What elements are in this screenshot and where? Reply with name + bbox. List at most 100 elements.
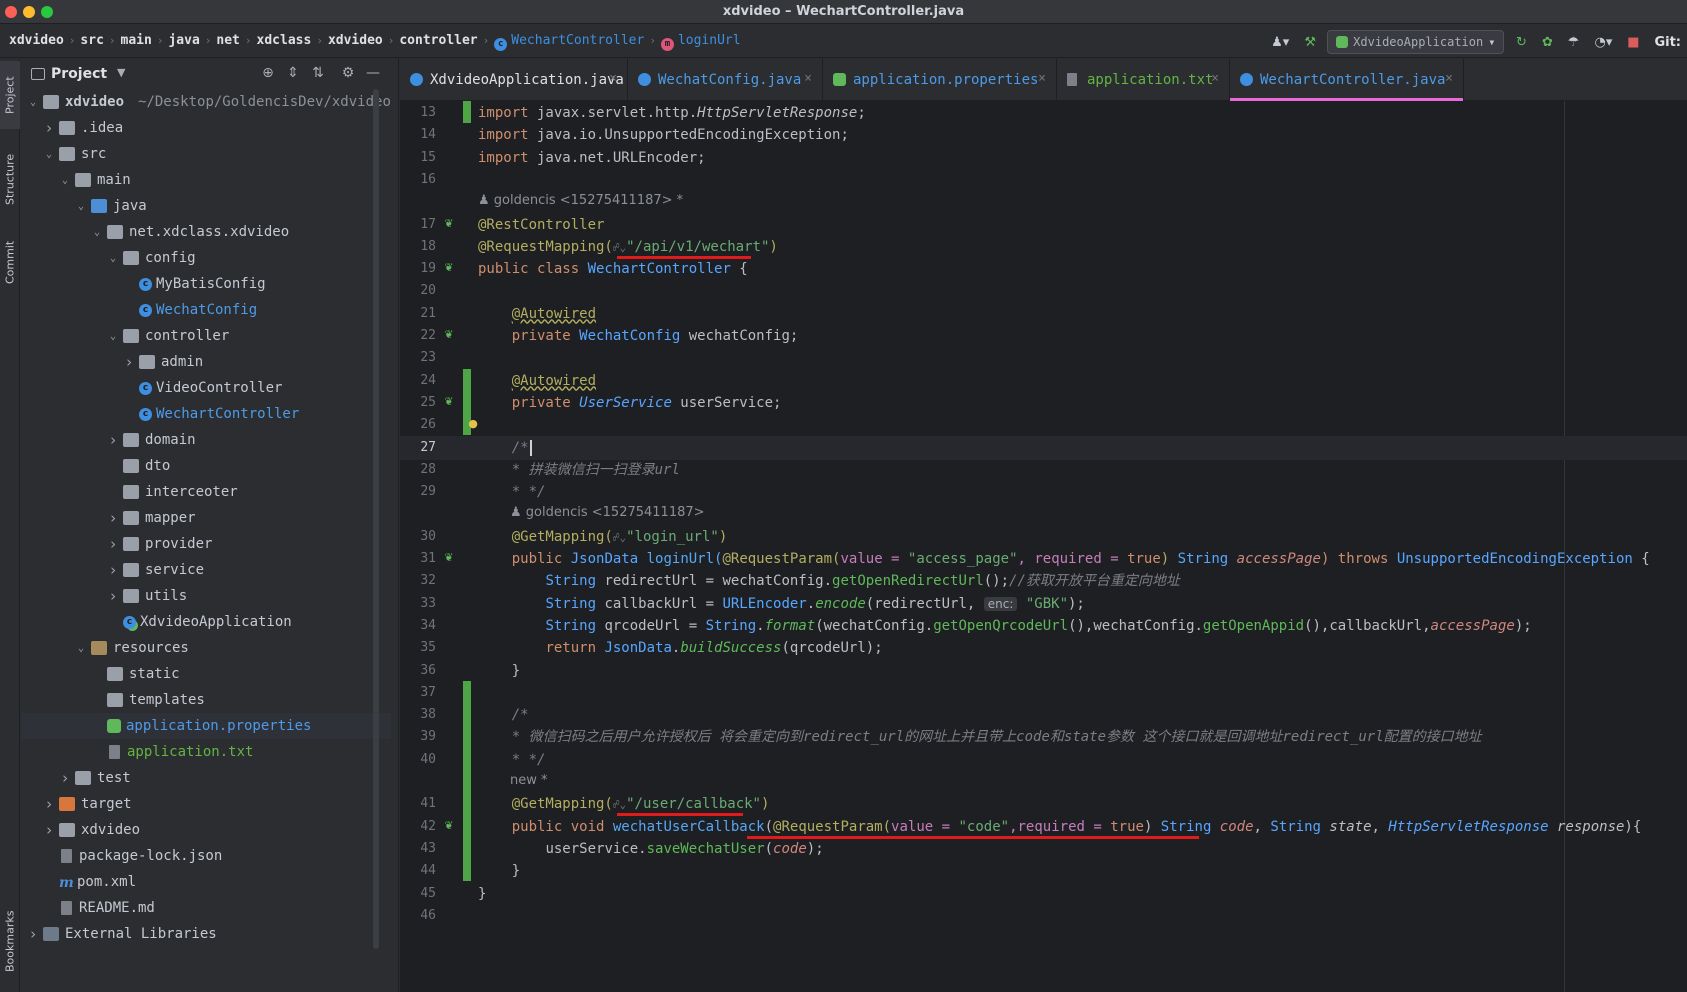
chevron-right-icon[interactable]: ›	[107, 587, 119, 605]
close-tab-icon[interactable]: ×	[804, 71, 812, 86]
code-line[interactable]: * 拼装微信扫一扫登录url	[472, 458, 1687, 482]
line-number[interactable]: 44	[400, 859, 436, 883]
code-editor[interactable]: 13 14 15 16 17 18 19 20 21 22 23 24 25 26 27 28 29 30 31 32…	[400, 101, 1687, 992]
expand-all-icon[interactable]: ⇕	[284, 65, 302, 83]
hide-panel-icon[interactable]: —	[364, 65, 382, 83]
line-number[interactable]: 21	[400, 302, 436, 326]
tree-item[interactable]: › target	[21, 791, 391, 817]
tree-item[interactable]: templates	[21, 687, 391, 713]
vcs-change-marker[interactable]	[463, 680, 471, 882]
line-number[interactable]: 25	[400, 391, 436, 415]
collapse-all-icon[interactable]: ⇅	[309, 65, 327, 83]
tree-item[interactable]: c WechartController	[21, 401, 391, 427]
chevron-down-icon[interactable]: ▼	[117, 66, 125, 79]
line-number[interactable]: 43	[400, 837, 436, 861]
code-line[interactable]: /*	[472, 703, 1687, 727]
chevron-down-icon[interactable]: ⌄	[59, 175, 71, 186]
code-line[interactable]: }	[472, 659, 1687, 683]
breadcrumb-item[interactable]: java	[168, 33, 199, 48]
gear-icon[interactable]: ⚙	[339, 65, 357, 83]
code-line[interactable]: private UserService userService;	[472, 391, 1687, 415]
spring-bean-gutter-icon[interactable]: ❦	[442, 819, 456, 833]
code-line[interactable]: return JsonData.buildSuccess(qrcodeUrl);	[472, 636, 1687, 660]
line-number[interactable]: 35	[400, 636, 436, 660]
line-number[interactable]: 46	[400, 904, 436, 928]
code-line[interactable]: private WechatConfig wechatConfig;	[472, 324, 1687, 348]
line-number[interactable]: 27	[400, 436, 436, 460]
code-line[interactable]: String callbackUrl = URLEncoder.encode(r…	[472, 592, 1687, 616]
line-number[interactable]: 19	[400, 257, 436, 281]
tree-item[interactable]: static	[21, 661, 391, 687]
line-number[interactable]: 14	[400, 123, 436, 147]
tree-item[interactable]: c XdvideoApplication	[21, 609, 391, 635]
line-number[interactable]: 34	[400, 614, 436, 638]
code-line[interactable]: }	[472, 859, 1687, 883]
chevron-right-icon[interactable]: ›	[59, 769, 71, 787]
line-number[interactable]: 30	[400, 525, 436, 549]
lightbulb-icon[interactable]: ●	[466, 417, 480, 431]
code-area[interactable]: import javax.servlet.http.HttpServletRes…	[472, 101, 1687, 992]
spring-bean-gutter-icon[interactable]: ❦	[442, 551, 456, 565]
tree-item[interactable]: ⌄ src	[21, 141, 391, 167]
tree-item[interactable]: › provider	[21, 531, 391, 557]
user-icon[interactable]: ♟▾	[1267, 33, 1293, 51]
breadcrumb-item[interactable]: xdvideo	[328, 33, 383, 48]
line-number[interactable]: 17	[400, 213, 436, 237]
code-author-hint[interactable]: ♟ goldencis <15275411187>	[510, 505, 705, 520]
run-configuration-select[interactable]: XdvideoApplication ▾	[1327, 30, 1505, 54]
tree-item[interactable]: package-lock.json	[21, 843, 391, 869]
chevron-right-icon[interactable]: ›	[107, 535, 119, 553]
tree-item[interactable]: ⌄ resources	[21, 635, 391, 661]
line-number[interactable]: 24	[400, 369, 436, 393]
code-line[interactable]: String redirectUrl = wechatConfig.getOpe…	[472, 569, 1687, 593]
line-number[interactable]: 42	[400, 815, 436, 839]
tree-item[interactable]: c VideoController	[21, 375, 391, 401]
code-line[interactable]	[472, 168, 1687, 192]
tree-item[interactable]: › xdvideo	[21, 817, 391, 843]
chevron-down-icon[interactable]: ⌄	[43, 149, 55, 160]
line-number[interactable]: 41	[400, 792, 436, 816]
code-line[interactable]	[472, 904, 1687, 928]
line-number[interactable]: 37	[400, 681, 436, 705]
code-line[interactable]: * */	[472, 480, 1687, 504]
structure-tool-tab[interactable]: Structure	[0, 139, 20, 219]
code-line[interactable]	[472, 681, 1687, 705]
tree-item[interactable]: c WechatConfig	[21, 297, 391, 323]
code-line[interactable]: import java.io.UnsupportedEncodingExcept…	[472, 123, 1687, 147]
close-tab-icon[interactable]: ×	[1211, 71, 1219, 86]
line-number[interactable]: 33	[400, 592, 436, 616]
code-line[interactable]: @Autowired	[472, 369, 1687, 393]
breadcrumb-item[interactable]: loginUrl	[678, 33, 741, 48]
stop-icon[interactable]: ■	[1624, 33, 1642, 51]
chevron-down-icon[interactable]: ⌄	[107, 253, 119, 264]
code-line[interactable]: public JsonData loginUrl(@RequestParam(v…	[472, 547, 1687, 571]
tree-item[interactable]: › mapper	[21, 505, 391, 531]
tree-item[interactable]: › domain	[21, 427, 391, 453]
tree-item[interactable]: ⌄ net.xdclass.xdvideo	[21, 219, 391, 245]
code-line[interactable]: }	[472, 882, 1687, 906]
tree-item[interactable]: › utils	[21, 583, 391, 609]
code-line[interactable]: * 微信扫码之后用户允许授权后 将会重定向到redirect_url的网址上并且…	[472, 725, 1687, 749]
tree-item[interactable]: application.txt	[21, 739, 391, 765]
code-line[interactable]: @RestController	[472, 213, 1687, 237]
code-line[interactable]: String qrcodeUrl = String.format(wechatC…	[472, 614, 1687, 638]
chevron-right-icon[interactable]: ›	[43, 119, 55, 137]
tree-item[interactable]: › admin	[21, 349, 391, 375]
tree-item[interactable]: c MyBatisConfig	[21, 271, 391, 297]
editor-tab[interactable]: application.txt ×	[1057, 59, 1230, 100]
code-line[interactable]: import javax.servlet.http.HttpServletRes…	[472, 101, 1687, 125]
tree-item[interactable]: › .idea	[21, 115, 391, 141]
vcs-change-marker[interactable]	[463, 101, 471, 124]
chevron-down-icon[interactable]: ⌄	[107, 331, 119, 342]
tree-item[interactable]: ⌄ controller	[21, 323, 391, 349]
line-number[interactable]: 29	[400, 480, 436, 504]
line-number[interactable]: 40	[400, 748, 436, 772]
panel-divider[interactable]	[398, 59, 399, 992]
debug-bug-icon[interactable]: ✿	[1538, 33, 1556, 51]
spring-bean-gutter-icon[interactable]: ❦	[442, 328, 456, 342]
line-number[interactable]: 26	[400, 413, 436, 437]
close-tab-icon[interactable]: ×	[1445, 71, 1453, 86]
code-line[interactable]: /*	[472, 435, 1687, 460]
chevron-right-icon[interactable]: ›	[123, 353, 135, 371]
breadcrumb-item[interactable]: WechartController	[511, 33, 644, 48]
